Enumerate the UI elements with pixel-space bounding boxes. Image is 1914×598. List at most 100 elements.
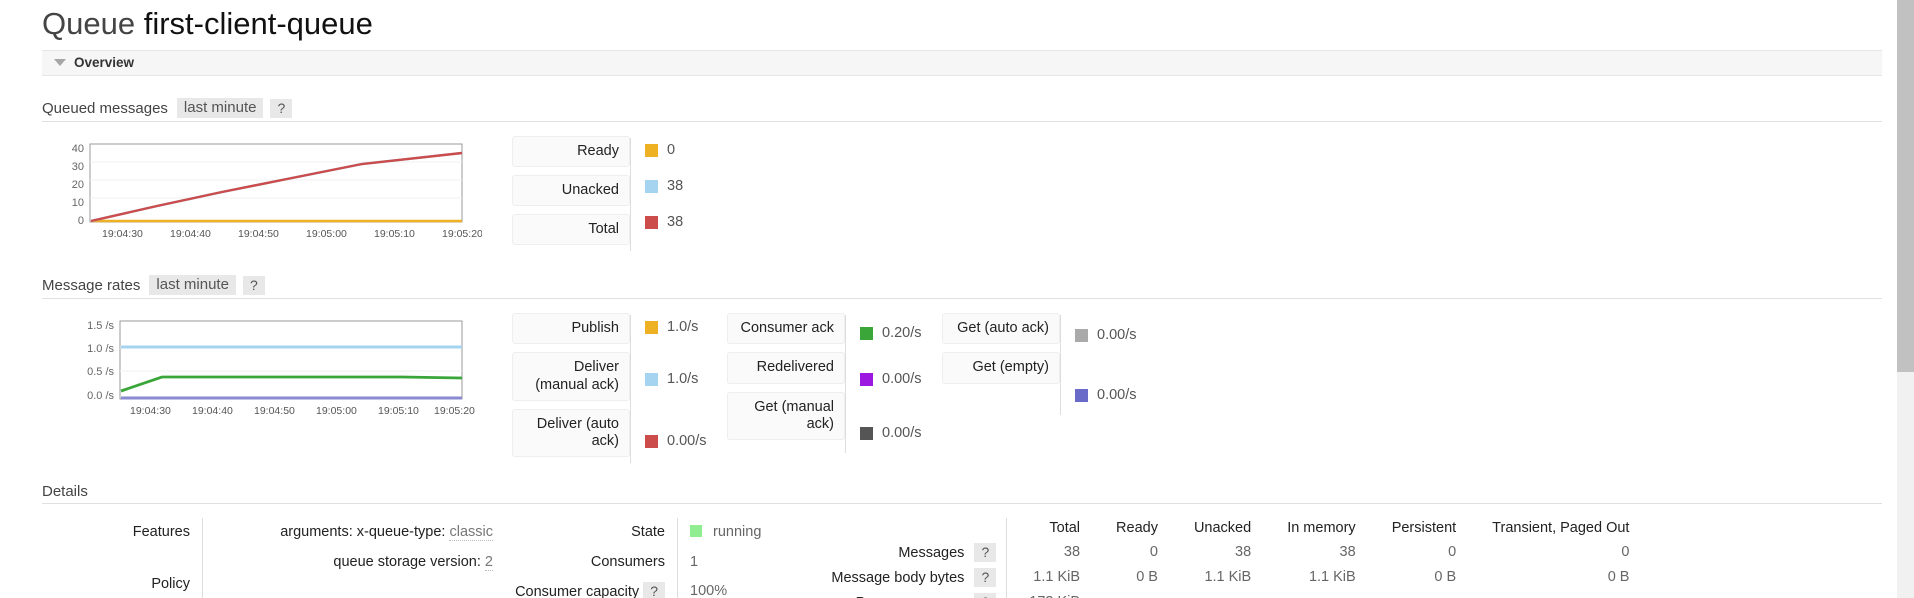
legend-label-consumer-ack[interactable]: Consumer ack xyxy=(727,313,845,345)
page-scrollbar-track[interactable] xyxy=(1897,0,1914,598)
legend-value-ready-text: 0 xyxy=(667,142,676,158)
legend-label-redelivered[interactable]: Redelivered xyxy=(727,352,845,384)
legend-label-unacked[interactable]: Unacked xyxy=(512,175,630,207)
legend-value-redelivered: 0.00/s xyxy=(846,361,942,397)
x-queue-type-value[interactable]: classic xyxy=(449,523,493,541)
legend-label-ready[interactable]: Ready xyxy=(512,136,630,168)
messages-help-icon[interactable]: ? xyxy=(974,542,997,562)
legend-value-total-text: 38 xyxy=(667,214,684,230)
legend-label-deliver-auto-ack[interactable]: Deliver (auto ack) xyxy=(512,408,630,457)
mr-g1-values: 1.0/s 1.0/s 0.00/s xyxy=(631,313,727,465)
message-body-bytes-help-icon[interactable]: ? xyxy=(974,567,997,587)
legend-label-get-empty[interactable]: Get (empty) xyxy=(942,352,1060,384)
legend-label-total[interactable]: Total xyxy=(512,214,630,246)
stats-corner xyxy=(831,518,1006,540)
state-values: running 1 100% xyxy=(678,518,761,598)
queue-storage-version-row: queue storage version: 2 xyxy=(203,548,493,578)
consumer-capacity-help-icon[interactable]: ? xyxy=(643,582,665,598)
table-row: Messages ? 38 0 38 38 0 0 xyxy=(831,539,1643,565)
svg-text:0.0 /s: 0.0 /s xyxy=(87,390,114,402)
svg-text:19:04:30: 19:04:30 xyxy=(102,228,143,240)
messages-in-memory: 38 xyxy=(1339,544,1356,561)
stats-col-unacked: Unacked xyxy=(1193,519,1252,536)
x-queue-type-key: x-queue-type: xyxy=(356,523,446,540)
queued-messages-help-icon[interactable]: ? xyxy=(270,98,293,118)
message-body-bytes-label: Message body bytes xyxy=(831,569,965,586)
stats-row-process-memory-label: Process memory ? xyxy=(831,590,1006,598)
swatch-deliver-auto-ack-icon xyxy=(645,434,658,448)
legend-value-get-auto-ack-text: 0.00/s xyxy=(1097,327,1137,344)
legend-label-get-manual-ack[interactable]: Get (manual ack) xyxy=(727,391,845,440)
svg-text:19:05:10: 19:05:10 xyxy=(378,405,419,417)
message-rates-chart[interactable]: 1.5 /s 1.0 /s 0.5 /s 0.0 /s 19:04:30 19:… xyxy=(42,313,512,425)
consumers-label: Consumers xyxy=(590,553,665,570)
features-labels: Features Policy Operator policy xyxy=(42,518,202,598)
legend-value-get-manual-ack: 0.00/s xyxy=(846,405,942,447)
message-rates-svg[interactable]: 1.5 /s 1.0 /s 0.5 /s 0.0 /s 19:04:30 19:… xyxy=(42,313,482,425)
legend-value-deliver-auto-ack: 0.00/s xyxy=(631,417,727,455)
messages-ready: 0 xyxy=(1149,544,1158,561)
svg-text:19:05:20: 19:05:20 xyxy=(442,228,482,240)
page-scrollbar-thumb[interactable] xyxy=(1897,0,1914,372)
consumer-capacity-label-wrap: Consumer capacity ? xyxy=(515,577,677,598)
state-value-row: running xyxy=(678,518,761,548)
queue-name: first-client-queue xyxy=(143,6,373,41)
mr-g2-values: 0.20/s 0.00/s 0.00/s xyxy=(846,313,942,455)
queued-messages-period-chip[interactable]: last minute xyxy=(176,98,264,118)
queued-messages-chart[interactable]: 40 30 20 10 0 19:04:30 19:04:40 19:04:50… xyxy=(42,136,512,248)
legend-label-publish[interactable]: Publish xyxy=(512,313,630,345)
overview-section-header[interactable]: Overview xyxy=(42,50,1882,76)
message-rates-section: Message rates last minute ? 1.5 /s 1.0 /… xyxy=(42,275,1882,465)
stats-header-row: Total Ready Unacked In memory Persistent… xyxy=(831,517,1643,540)
arguments-row: arguments: x-queue-type: classic xyxy=(203,518,493,548)
caret-down-icon[interactable] xyxy=(54,59,66,66)
state-label: State xyxy=(631,523,665,540)
svg-text:1.5 /s: 1.5 /s xyxy=(87,320,114,332)
body-bytes-unacked: 1.1 KiB xyxy=(1204,569,1252,586)
overview-section-label: Overview xyxy=(74,55,135,70)
stats-col-total: Total xyxy=(1006,517,1095,540)
page-title: Queue first-client-queue xyxy=(40,0,1862,50)
details-header: Details xyxy=(42,483,1882,504)
svg-text:19:05:10: 19:05:10 xyxy=(374,228,415,240)
features-values: arguments: x-queue-type: classic queue s… xyxy=(203,518,493,578)
arguments-key: arguments: xyxy=(280,523,353,540)
messages-label: Messages xyxy=(898,544,965,561)
swatch-get-manual-ack-icon xyxy=(860,426,873,440)
swatch-redelivered-icon xyxy=(860,372,873,386)
legend-label-get-auto-ack[interactable]: Get (auto ack) xyxy=(942,313,1060,345)
swatch-consumer-ack-icon xyxy=(860,326,873,340)
legend-value-total: 38 xyxy=(631,208,727,236)
page-content: Queue first-client-queue Overview Queued… xyxy=(0,0,1884,598)
body-bytes-in-memory: 1.1 KiB xyxy=(1308,569,1356,586)
legend-label-deliver-manual-ack[interactable]: Deliver (manual ack) xyxy=(512,352,630,401)
queue-stats-table: Total Ready Unacked In memory Persistent… xyxy=(831,517,1644,598)
process-memory-ready xyxy=(1094,590,1172,598)
stats-col-ready: Ready xyxy=(1116,519,1158,536)
queued-messages-chart-row: 40 30 20 10 0 19:04:30 19:04:40 19:04:50… xyxy=(42,136,1882,253)
features-column: Features Policy Operator policy argument… xyxy=(42,517,493,598)
queue-detail-page: Queue first-client-queue Overview Queued… xyxy=(0,0,1914,598)
svg-text:19:04:40: 19:04:40 xyxy=(192,405,233,417)
stats-row-messages-label: Messages ? xyxy=(831,540,1006,565)
svg-text:40: 40 xyxy=(72,143,84,155)
queue-storage-version-value[interactable]: 2 xyxy=(484,553,493,571)
mr-g1-labels: Publish Deliver (manual ack) Deliver (au… xyxy=(512,313,630,465)
consumers-value: 1 xyxy=(690,553,699,570)
messages-persistent: 0 xyxy=(1448,544,1457,561)
swatch-get-auto-ack-icon xyxy=(1075,328,1088,342)
legend-value-get-manual-ack-text: 0.00/s xyxy=(882,425,922,442)
process-memory-help-icon[interactable]: ? xyxy=(974,592,997,598)
queued-messages-svg[interactable]: 40 30 20 10 0 19:04:30 19:04:40 19:04:50… xyxy=(42,136,482,248)
svg-text:1.0 /s: 1.0 /s xyxy=(87,343,114,355)
message-rates-period-chip[interactable]: last minute xyxy=(149,275,236,296)
message-rates-chart-row: 1.5 /s 1.0 /s 0.5 /s 0.0 /s 19:04:30 19:… xyxy=(42,313,1882,465)
queued-messages-section: Queued messages last minute ? 40 30 20 1… xyxy=(42,98,1882,253)
message-rates-help-icon[interactable]: ? xyxy=(242,275,265,295)
svg-text:19:04:50: 19:04:50 xyxy=(238,228,279,240)
message-rates-legend-group-1: Publish Deliver (manual ack) Deliver (au… xyxy=(512,313,727,465)
state-column: State Consumers Consumer capacity ? runn… xyxy=(515,517,761,598)
details-grid: Features Policy Operator policy argument… xyxy=(42,517,1882,598)
stats-col-transient-paged-out: Transient, Paged Out xyxy=(1492,519,1630,536)
legend-value-redelivered-text: 0.00/s xyxy=(882,371,922,388)
